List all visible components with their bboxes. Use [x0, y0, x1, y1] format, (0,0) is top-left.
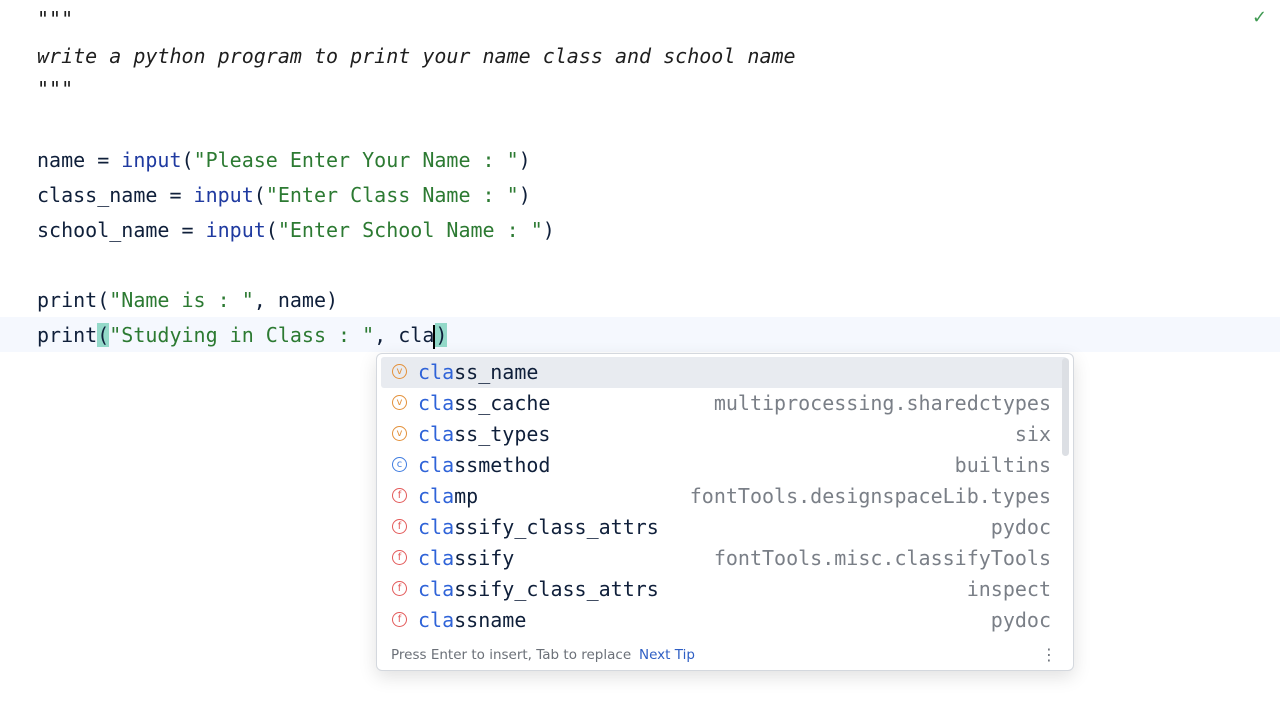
completion-match-prefix: cla — [418, 453, 455, 477]
code-token: input — [205, 218, 266, 242]
function-icon: f — [392, 488, 407, 503]
code-token: , name) — [253, 288, 339, 312]
docstring-open[interactable]: """ — [37, 2, 73, 36]
docstring-close[interactable]: """ — [37, 72, 73, 106]
completion-match-prefix: cla — [418, 546, 455, 570]
next-tip-link[interactable]: Next Tip — [639, 640, 695, 670]
completion-scrollbar[interactable] — [1062, 358, 1069, 456]
variable-icon: v — [392, 426, 407, 441]
more-options-icon[interactable]: ⋮ — [1041, 640, 1057, 670]
completion-item-source: fontTools.designspaceLib.types — [689, 484, 1051, 508]
completion-item-name: class_types — [418, 419, 550, 450]
completion-name-suffix: mp — [454, 484, 479, 508]
code-token: ( — [181, 148, 194, 172]
matched-paren: ) — [435, 323, 448, 347]
code-token: "Please Enter Your Name : " — [193, 148, 519, 172]
completion-item[interactable]: f classify_class_attrs pydoc — [381, 512, 1067, 543]
completion-item-name: clamp — [418, 481, 478, 512]
completion-item-source: pydoc — [990, 608, 1051, 632]
completion-item-name: classname — [418, 605, 526, 636]
completion-item[interactable]: c classmethod builtins — [381, 450, 1067, 481]
code-token: input — [121, 148, 182, 172]
completion-item-name: classify — [418, 543, 514, 574]
completion-item-source: multiprocessing.sharedctypes — [713, 391, 1051, 415]
code-token: input — [193, 183, 254, 207]
code-token: school_name = — [37, 218, 206, 242]
completion-name-suffix: ssmethod — [454, 453, 551, 477]
completion-name-suffix: ss_name — [454, 360, 539, 384]
completion-item[interactable]: f clamp fontTools.designspaceLib.types — [381, 481, 1067, 512]
code-token: ( — [97, 288, 110, 312]
completion-list[interactable]: v class_name v class_cache multiprocessing.s… — [377, 357, 1067, 636]
completion-item[interactable]: v class_name — [381, 357, 1067, 388]
completion-item-name: classify_class_attrs — [418, 574, 659, 605]
completion-item-name: classify_class_attrs — [418, 512, 659, 543]
code-token: class_name = — [37, 183, 194, 207]
completion-match-prefix: cla — [418, 422, 455, 446]
code-token: ) — [518, 183, 531, 207]
code-line-school[interactable]: school_name = input("Enter School Name :… — [37, 213, 555, 247]
completion-name-suffix: ssify_class_attrs — [454, 577, 659, 601]
completion-match-prefix: cla — [418, 360, 455, 384]
matched-paren: ( — [97, 323, 110, 347]
code-token: "Name is : " — [109, 288, 254, 312]
code-token: name = — [37, 148, 122, 172]
code-line-print-name[interactable]: print("Name is : ", name) — [37, 283, 338, 317]
code-token: ( — [265, 218, 278, 242]
completion-item-source: inspect — [966, 577, 1051, 601]
completion-name-suffix: ss_cache — [454, 391, 551, 415]
completion-footer: Press Enter to insert, Tab to replace Ne… — [377, 640, 1073, 670]
completion-item-source: six — [1014, 422, 1051, 446]
completion-popup[interactable]: v class_name v class_cache multiprocessing.s… — [376, 353, 1074, 671]
function-icon: f — [392, 519, 407, 534]
completion-match-prefix: cla — [418, 484, 455, 508]
code-token: "Studying in Class : " — [109, 323, 375, 347]
completion-match-prefix: cla — [418, 608, 455, 632]
code-line-class[interactable]: class_name = input("Enter Class Name : "… — [37, 178, 531, 212]
code-token: ) — [542, 218, 555, 242]
function-icon: f — [392, 550, 407, 565]
completion-name-suffix: ss_types — [454, 422, 551, 446]
completion-item-name: class_cache — [418, 388, 550, 419]
code-token: print — [37, 288, 98, 312]
completion-item[interactable]: v class_cache multiprocessing.sharedctypes — [381, 388, 1067, 419]
code-token: ( — [253, 183, 266, 207]
function-icon: f — [392, 612, 407, 627]
code-token: ) — [518, 148, 531, 172]
docstring-text[interactable]: write a python program to print your nam… — [37, 39, 796, 73]
completion-item-name: class_name — [418, 357, 538, 388]
completion-item-name: classmethod — [418, 450, 550, 481]
completion-item-source: fontTools.misc.classifyTools — [713, 546, 1051, 570]
completion-item[interactable]: f classify_class_attrs inspect — [381, 574, 1067, 605]
completion-item[interactable]: f classname pydoc — [381, 605, 1067, 636]
function-icon: f — [392, 581, 407, 596]
completion-item-source: builtins — [954, 453, 1051, 477]
code-token: print — [37, 323, 98, 347]
completion-name-suffix: ssname — [454, 608, 527, 632]
completion-name-suffix: ssify_class_attrs — [454, 515, 659, 539]
completion-match-prefix: cla — [418, 515, 455, 539]
completion-match-prefix: cla — [418, 391, 455, 415]
variable-icon: v — [392, 364, 407, 379]
class-icon: c — [392, 457, 407, 472]
variable-icon: v — [392, 395, 407, 410]
completion-item[interactable]: v class_types six — [381, 419, 1067, 450]
code-line-print-class[interactable]: print("Studying in Class : ", cla) — [37, 318, 448, 352]
code-token: , cla — [374, 323, 435, 347]
code-line-name[interactable]: name = input("Please Enter Your Name : "… — [37, 143, 531, 177]
check-icon[interactable]: ✓ — [1252, 9, 1268, 27]
completion-match-prefix: cla — [418, 577, 455, 601]
code-token: "Enter Class Name : " — [265, 183, 519, 207]
completion-item[interactable]: f classify fontTools.misc.classifyTools — [381, 543, 1067, 574]
code-token: "Enter School Name : " — [277, 218, 543, 242]
completion-name-suffix: ssify — [454, 546, 515, 570]
footer-hint: Press Enter to insert, Tab to replace — [391, 647, 632, 663]
completion-item-source: pydoc — [990, 515, 1051, 539]
